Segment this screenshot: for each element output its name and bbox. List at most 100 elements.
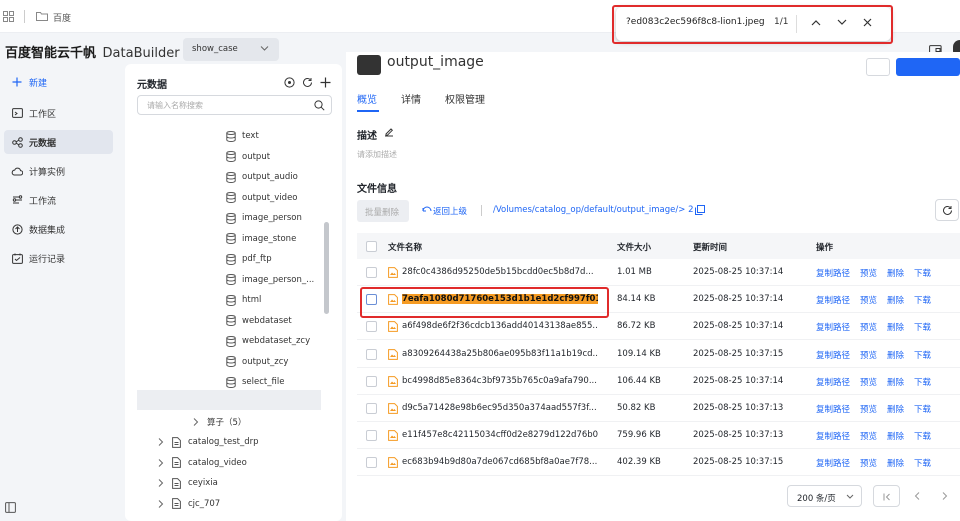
description-placeholder[interactable]: 请添加描述 — [357, 149, 397, 160]
more-button[interactable] — [866, 58, 890, 76]
nav-item-runs[interactable]: 运行记录 — [4, 246, 113, 270]
copy-path-link[interactable]: 复制路径 — [816, 376, 850, 388]
next-page-button[interactable] — [934, 485, 956, 507]
nav-item-metadata[interactable]: 元数据 — [4, 130, 113, 154]
scrollbar[interactable] — [324, 222, 329, 314]
preview-link[interactable]: 预览 — [860, 403, 877, 415]
brand-logo[interactable]: 百度智能云千帆 DataBuilder — [5, 42, 180, 61]
file-name[interactable]: d9c5a71428e98b6ec95d350a374aad557f3f... — [402, 403, 598, 413]
table-row[interactable]: bc4998d85e8364c3bf9735b765c0a9afa790... 1… — [357, 368, 960, 395]
row-checkbox[interactable] — [366, 321, 377, 333]
tree-item-catalog[interactable]: catalog_test_drp — [158, 432, 259, 452]
table-row[interactable]: 28fc0c4386d95250de5b15bcdd0ec5b8d7d... 1.… — [357, 259, 960, 286]
go-up-link[interactable]: 返回上级 — [433, 205, 467, 217]
search-icon[interactable] — [314, 100, 325, 111]
download-link[interactable]: 下载 — [914, 430, 931, 442]
delete-link[interactable]: 删除 — [887, 294, 904, 306]
copy-path-link[interactable]: 复制路径 — [816, 321, 850, 333]
copy-path-link[interactable]: 复制路径 — [816, 457, 850, 469]
refresh-icon[interactable] — [302, 77, 313, 88]
file-name[interactable]: a8309264438a25b806ae095b83f11a1b19cd... — [402, 349, 598, 359]
preview-link[interactable]: 预览 — [860, 294, 877, 306]
file-name[interactable]: bc4998d85e8364c3bf9735b765c0a9afa790... — [402, 376, 598, 386]
download-link[interactable]: 下载 — [914, 267, 931, 279]
tab-permissions[interactable]: 权限管理 — [445, 91, 485, 106]
nav-item-integration[interactable]: 数据集成 — [4, 217, 113, 241]
table-row[interactable]: ec683b94b9d80a7de067cd685bf8a0ae7f78... 4… — [357, 449, 960, 477]
tree-item-volume[interactable]: output — [226, 147, 270, 167]
tree-item-volume[interactable]: output_video — [226, 188, 298, 208]
page-size-select[interactable]: 200 条/页 — [787, 485, 862, 507]
preview-link[interactable]: 预览 — [860, 349, 877, 361]
preview-link[interactable]: 预览 — [860, 376, 877, 388]
collapse-sidebar-icon[interactable] — [5, 502, 16, 513]
tree-item-volume[interactable]: image_person_... — [226, 270, 314, 290]
copy-path-link[interactable]: 复制路径 — [816, 267, 850, 279]
tree-item-volume[interactable]: webdataset_zcy — [226, 331, 310, 351]
tree-item-volume[interactable]: webdataset — [226, 311, 292, 331]
nav-item-workspace[interactable]: 工作区 — [4, 101, 113, 125]
copy-path-link[interactable]: 复制路径 — [816, 403, 850, 415]
tab-label[interactable]: 百度 — [53, 11, 71, 24]
download-link[interactable]: 下载 — [914, 457, 931, 469]
delete-link[interactable]: 删除 — [887, 376, 904, 388]
tree-item-catalog[interactable]: ceyixia — [158, 473, 218, 493]
row-checkbox[interactable] — [366, 430, 377, 442]
tree-item-volume[interactable]: text — [226, 126, 259, 146]
file-name[interactable]: ec683b94b9d80a7de067cd685bf8a0ae7f78... — [402, 457, 598, 467]
nav-item-compute[interactable]: 计算实例 — [4, 159, 113, 183]
select-all-checkbox[interactable] — [366, 241, 377, 252]
file-name[interactable]: 28fc0c4386d95250de5b15bcdd0ec5b8d7d... — [402, 267, 598, 277]
preview-link[interactable]: 预览 — [860, 457, 877, 469]
new-button[interactable]: 新建 — [4, 70, 113, 94]
grid-icon[interactable] — [3, 11, 14, 22]
table-row[interactable]: d9c5a71428e98b6ec95d350a374aad557f3f... 5… — [357, 395, 960, 422]
tree-item-volume[interactable]: image_person — [226, 208, 302, 228]
row-checkbox[interactable] — [366, 348, 377, 360]
copy-path-link[interactable]: 复制路径 — [816, 349, 850, 361]
tree-search-input[interactable]: 请输入名称搜索 — [137, 95, 332, 115]
refresh-button[interactable] — [935, 199, 959, 221]
tab-details[interactable]: 详情 — [401, 91, 421, 106]
tree-item-volume[interactable]: select_file — [226, 372, 284, 392]
download-link[interactable]: 下载 — [914, 376, 931, 388]
download-link[interactable]: 下载 — [914, 294, 931, 306]
delete-link[interactable]: 删除 — [887, 457, 904, 469]
row-checkbox[interactable] — [366, 403, 377, 414]
download-link[interactable]: 下载 — [914, 403, 931, 415]
file-name[interactable]: e11f457e8c42115034cff0d2e8279d122d76b0..… — [402, 430, 598, 440]
delete-link[interactable]: 删除 — [887, 321, 904, 333]
path-breadcrumb[interactable]: /Volumes/catalog_op/default/output_image… — [493, 205, 694, 215]
tree-item-catalog[interactable]: catalog_video — [158, 453, 247, 473]
add-icon[interactable] — [320, 77, 331, 88]
copy-icon[interactable] — [695, 205, 705, 215]
tree-item-volume[interactable]: html — [226, 290, 261, 310]
preview-link[interactable]: 预览 — [860, 430, 877, 442]
prev-page-button[interactable] — [906, 485, 928, 507]
copy-path-link[interactable]: 复制路径 — [816, 294, 850, 306]
tree-item-operators[interactable]: 算子（5） — [193, 412, 246, 432]
preview-link[interactable]: 预览 — [860, 321, 877, 333]
delete-link[interactable]: 删除 — [887, 349, 904, 361]
preview-link[interactable]: 预览 — [860, 267, 877, 279]
workspace-select[interactable]: show_case — [183, 38, 279, 61]
tree-item-volume[interactable]: pdf_ftp — [226, 249, 272, 269]
row-checkbox[interactable] — [366, 457, 377, 469]
return-icon[interactable] — [422, 206, 432, 214]
batch-delete-button[interactable]: 批量删除 — [357, 200, 409, 222]
primary-button[interactable] — [896, 58, 960, 76]
nav-item-workflow[interactable]: 工作流 — [4, 188, 113, 212]
row-checkbox[interactable] — [366, 375, 377, 387]
download-link[interactable]: 下载 — [914, 349, 931, 361]
tree-item-catalog[interactable]: cjc_707 — [158, 494, 220, 514]
table-row[interactable]: e11f457e8c42115034cff0d2e8279d122d76b0..… — [357, 422, 960, 450]
tree-item-volume[interactable]: output_audio — [226, 167, 298, 187]
first-page-button[interactable] — [873, 485, 900, 507]
delete-link[interactable]: 删除 — [887, 430, 904, 442]
row-checkbox[interactable] — [366, 267, 377, 278]
edit-icon[interactable] — [384, 127, 394, 137]
delete-link[interactable]: 删除 — [887, 403, 904, 415]
delete-link[interactable]: 删除 — [887, 267, 904, 279]
table-row[interactable]: a8309264438a25b806ae095b83f11a1b19cd... 1… — [357, 341, 960, 368]
tree-item-volume[interactable]: output_zcy — [226, 352, 288, 372]
